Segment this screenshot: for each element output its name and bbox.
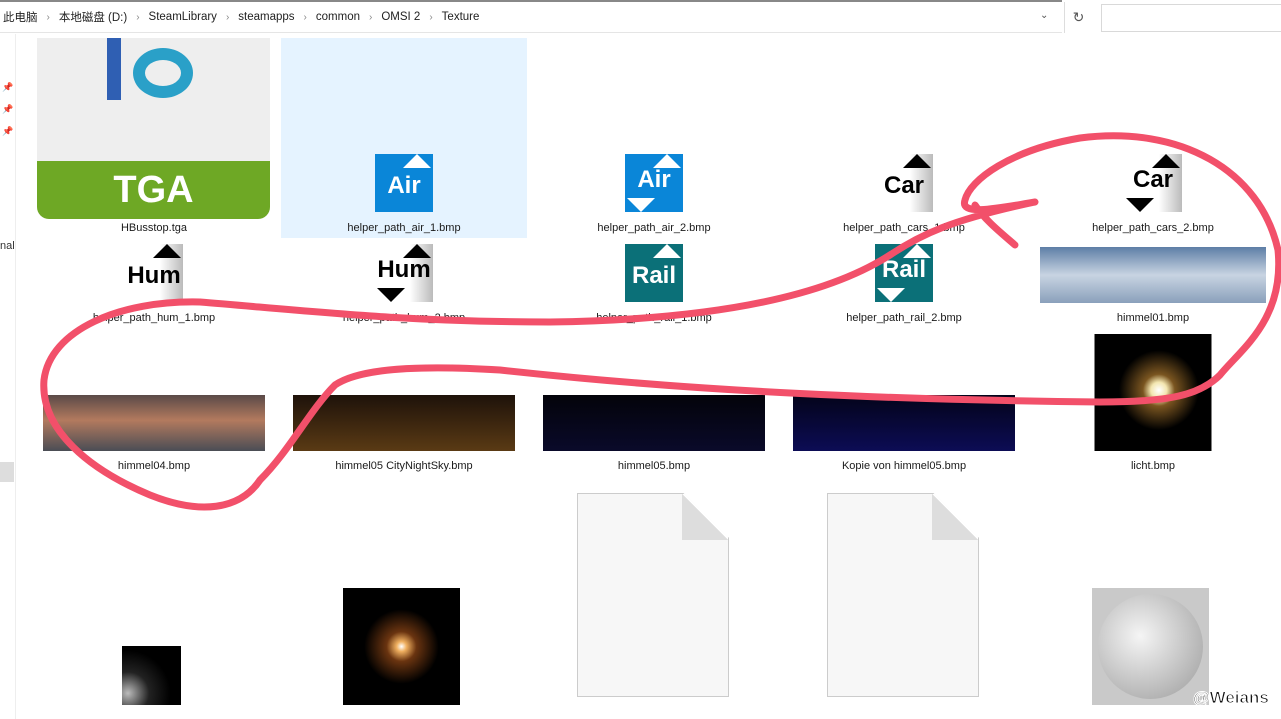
sky-thumbnail	[1040, 247, 1266, 303]
file-item[interactable]	[122, 646, 181, 705]
sky-thumbnail	[43, 395, 265, 451]
history-dropdown-icon[interactable]: ⌄	[1040, 10, 1048, 21]
file-item[interactable]	[343, 588, 460, 705]
generic-file-icon[interactable]	[827, 493, 979, 697]
file-name: helper_path_hum_1.bmp	[92, 312, 216, 324]
car-icon: Car	[875, 154, 933, 212]
file-item[interactable]: himmel05.bmp	[531, 334, 777, 479]
pin-icon[interactable]: 📌	[2, 126, 13, 137]
breadcrumb-texture[interactable]: Texture	[442, 11, 480, 23]
chevron-right-icon[interactable]: ›	[136, 12, 139, 23]
moon-thumbnail[interactable]	[1092, 588, 1209, 705]
address-bar[interactable]: 此电脑 › 本地磁盘 (D:) › SteamLibrary › steamapps ›…	[0, 0, 1062, 33]
file-name: helper_path_cars_2.bmp	[1092, 222, 1214, 234]
file-name: himmel05.bmp	[617, 460, 691, 472]
generic-file-icon[interactable]	[577, 493, 729, 697]
file-name: himmel04.bmp	[117, 460, 191, 472]
file-item[interactable]: himmel01.bmp	[1030, 244, 1276, 329]
file-item[interactable]: Hum helper_path_hum_2.bmp	[281, 244, 527, 329]
rail-icon: Rail	[625, 244, 683, 302]
file-name: himmel01.bmp	[1116, 312, 1190, 324]
sky-thumbnail	[543, 395, 765, 451]
file-item[interactable]: Kopie von himmel05.bmp	[781, 334, 1027, 479]
pin-icon[interactable]: 📌	[2, 82, 13, 93]
file-name: helper_path_rail_1.bmp	[596, 312, 712, 324]
breadcrumb-steamlibrary[interactable]: SteamLibrary	[149, 11, 217, 23]
chevron-right-icon[interactable]: ›	[304, 12, 307, 23]
breadcrumb-common[interactable]: common	[316, 11, 360, 23]
file-name: helper_path_air_2.bmp	[597, 222, 711, 234]
file-item[interactable]: Rail helper_path_rail_1.bmp	[531, 244, 777, 329]
rail-icon: Rail	[875, 244, 933, 302]
light-thumbnail	[1094, 334, 1212, 451]
chevron-right-icon[interactable]: ›	[226, 12, 229, 23]
air-icon: Air	[375, 154, 433, 212]
file-item[interactable]: Car helper_path_cars_2.bmp	[1030, 38, 1276, 238]
file-name: Kopie von himmel05.bmp	[841, 460, 967, 472]
file-item[interactable]: Car helper_path_cars_1.bmp	[781, 38, 1027, 238]
file-item[interactable]: Air helper_path_air_2.bmp	[531, 38, 777, 238]
chevron-right-icon[interactable]: ›	[47, 12, 50, 23]
file-item[interactable]: himmel04.bmp	[31, 334, 277, 479]
file-name: helper_path_air_1.bmp	[347, 222, 461, 234]
file-item-selected[interactable]: Air helper_path_air_1.bmp	[281, 38, 527, 238]
refresh-button[interactable]: ↻	[1064, 2, 1092, 33]
tga-thumbnail: TGA	[37, 38, 270, 219]
watermark: @Weians	[1193, 688, 1270, 708]
sky-thumbnail	[293, 395, 515, 451]
file-name: HBusstop.tga	[120, 222, 188, 234]
file-item[interactable]: TGA HBusstop.tga	[31, 38, 277, 238]
file-name: helper_path_cars_1.bmp	[843, 222, 965, 234]
breadcrumb-this-pc[interactable]: 此电脑	[3, 9, 38, 25]
nav-item-label[interactable]: nal	[0, 240, 15, 252]
car-icon: Car	[1124, 154, 1182, 212]
file-item[interactable]: Hum helper_path_hum_1.bmp	[31, 244, 277, 329]
chevron-right-icon[interactable]: ›	[429, 12, 432, 23]
sky-thumbnail	[793, 395, 1015, 451]
nav-scrollbar[interactable]	[0, 462, 14, 482]
file-name: himmel05 CityNightSky.bmp	[335, 460, 473, 472]
file-item[interactable]: himmel05 CityNightSky.bmp	[281, 334, 527, 479]
file-item[interactable]: Rail helper_path_rail_2.bmp	[781, 244, 1027, 329]
tga-badge: TGA	[37, 161, 270, 219]
air-icon: Air	[625, 154, 683, 212]
breadcrumb-steamapps[interactable]: steamapps	[238, 11, 294, 23]
chevron-right-icon[interactable]: ›	[369, 12, 372, 23]
breadcrumb-omsi2[interactable]: OMSI 2	[381, 11, 420, 23]
file-name: helper_path_hum_2.bmp	[342, 312, 466, 324]
breadcrumb-drive[interactable]: 本地磁盘 (D:)	[59, 9, 127, 25]
hum-icon: Hum	[125, 244, 183, 302]
navigation-pane: 📌 📌 📌	[0, 34, 16, 719]
file-name: licht.bmp	[1130, 460, 1176, 472]
hum-icon: Hum	[375, 244, 433, 302]
pin-icon[interactable]: 📌	[2, 104, 13, 115]
search-input[interactable]	[1101, 4, 1281, 32]
file-name: helper_path_rail_2.bmp	[846, 312, 962, 324]
file-item[interactable]: licht.bmp	[1030, 334, 1276, 479]
